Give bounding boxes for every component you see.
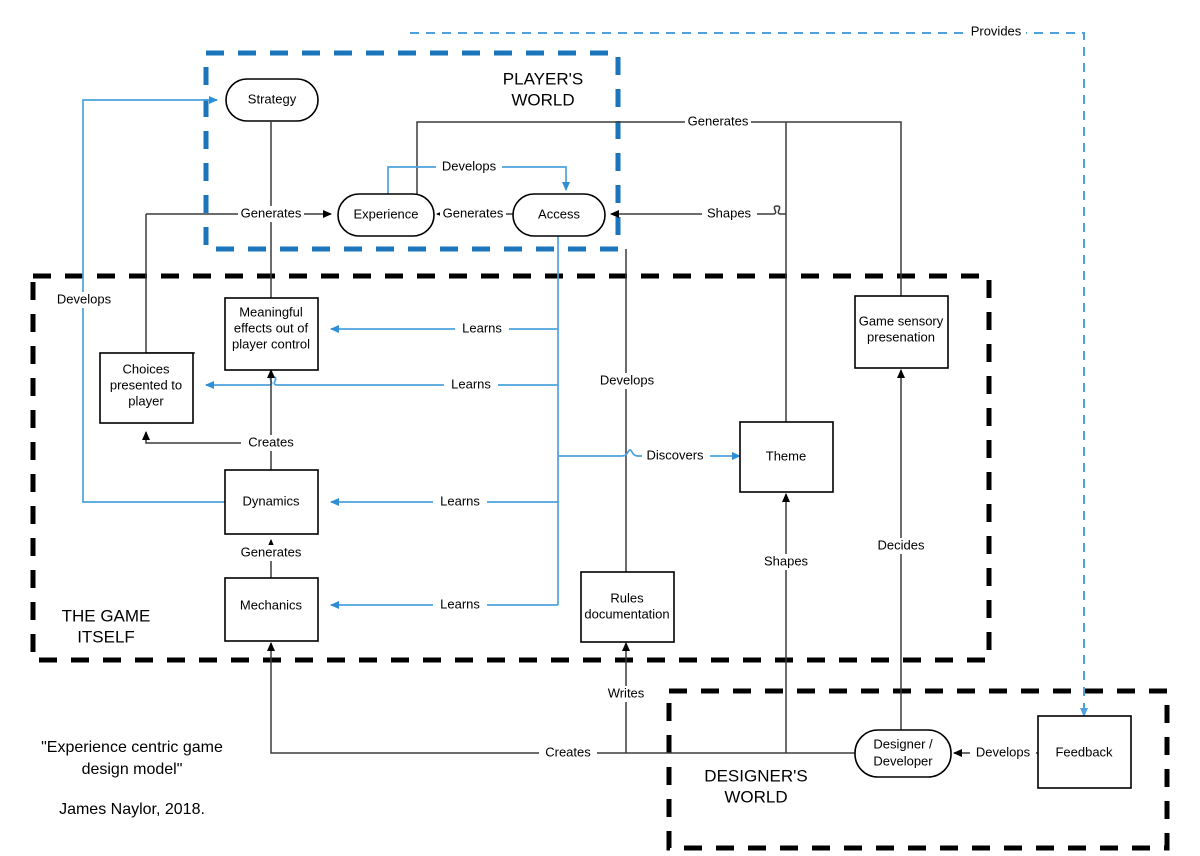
node-choices-presented-label-line1: Choices	[123, 361, 170, 376]
caption-line-2: design model"	[82, 761, 183, 778]
edge-generates-gamesensory-label: Generates	[688, 113, 749, 128]
edge-develops-experience-access: Develops	[387, 158, 570, 194]
edge-discovers-theme: Discovers	[558, 447, 741, 464]
node-game-sensory-label-line2: presenation	[867, 329, 935, 344]
node-dynamics-label: Dynamics	[242, 493, 300, 508]
node-meaningful-effects-label-line1: Meaningful	[239, 304, 303, 319]
edge-provides-label: Provides	[971, 23, 1022, 38]
edge-develops-dynamics-strategy-label: Develops	[57, 291, 112, 306]
edge-discovers-theme-label: Discovers	[646, 447, 704, 462]
node-meaningful-effects-label-line3: player control	[232, 336, 310, 351]
node-theme[interactable]: Theme	[739, 421, 834, 493]
edge-creates-dynamics-choices-label: Creates	[248, 434, 294, 449]
edge-generates-mechanics-dynamics: Generates	[238, 539, 304, 578]
node-rules-documentation-label-line1: Rules	[610, 590, 644, 605]
node-strategy-label: Strategy	[248, 91, 297, 106]
zone-game-itself-label-line1: THE GAME	[62, 606, 151, 625]
node-game-sensory-presentation[interactable]: Game sensory presenation	[854, 295, 949, 369]
node-experience-label: Experience	[353, 206, 418, 221]
node-meaningful-effects[interactable]: Meaningful effects out of player control	[224, 297, 319, 371]
edge-learns-meaningful-label: Learns	[462, 320, 502, 335]
edge-shapes-designer-theme-label: Shapes	[764, 553, 809, 568]
node-access-label: Access	[538, 206, 580, 221]
node-choices-presented-label-line2: presented to	[110, 377, 182, 392]
zone-players-world-label-line1: PLAYER'S	[503, 69, 583, 88]
edge-learns-choices-label: Learns	[451, 376, 491, 391]
node-access[interactable]: Access	[512, 193, 606, 237]
edge-creates-dynamics-choices: Creates	[142, 431, 299, 451]
caption-block: "Experience centric game design model" J…	[41, 739, 223, 818]
edge-generates-access-experience-label: Generates	[443, 205, 504, 220]
zone-players-world-label-line2: WORLD	[511, 90, 574, 109]
edge-shapes-designer-theme: Shapes	[758, 493, 814, 753]
zone-the-game-itself-border	[30, 273, 992, 663]
node-strategy[interactable]: Strategy	[225, 78, 319, 122]
edge-learns-mechanics-label: Learns	[440, 596, 480, 611]
node-rules-documentation-label-line2: documentation	[584, 606, 669, 621]
node-designer-developer-label-line1: Designer /	[873, 736, 933, 751]
edge-develops-experience-access-label: Develops	[442, 158, 497, 173]
edge-learns-meaningful: Learns	[330, 320, 558, 337]
edge-develops-access-rules: Develops	[595, 249, 659, 572]
zone-the-game-itself: THE GAME ITSELF	[30, 273, 992, 663]
node-rules-documentation[interactable]: Rules documentation	[580, 571, 675, 643]
edge-learns-mechanics: Learns	[330, 596, 558, 613]
node-dynamics[interactable]: Dynamics	[224, 469, 319, 535]
edge-shapes-theme-access: Shapes	[610, 205, 786, 222]
diagram-svg: PLAYER'S WORLD THE GAME ITSELF DESIGNER'…	[30, 23, 1170, 851]
node-designer-developer[interactable]: Designer / Developer	[854, 729, 952, 778]
node-choices-presented[interactable]: Choices presented to player	[99, 352, 194, 424]
edge-generates-strategy-experience-label: Generates	[241, 205, 302, 220]
edge-shapes-theme-label: Shapes	[707, 205, 752, 220]
edge-develops-access-rules-label: Develops	[600, 372, 655, 387]
edge-decides-designer-gamesensory-label: Decides	[878, 537, 925, 552]
edge-shapes-theme-path	[610, 205, 786, 218]
edge-learns-dynamics-label: Learns	[440, 493, 480, 508]
caption-author: James Naylor, 2018.	[59, 801, 205, 818]
diagram-canvas: PLAYER'S WORLD THE GAME ITSELF DESIGNER'…	[0, 0, 1200, 856]
edge-learns-dynamics: Learns	[330, 493, 558, 510]
edge-writes-designer-rules: Writes	[600, 642, 652, 753]
edge-develops-feedback-designer: Develops	[953, 744, 1038, 761]
node-feedback-label: Feedback	[1055, 744, 1113, 759]
zone-designers-world-label-line1: DESIGNER'S	[704, 766, 807, 785]
edge-learns-choices-path	[205, 376, 558, 389]
edge-provides-path	[410, 32, 1088, 717]
edge-generates-se-drop	[145, 214, 195, 354]
node-mechanics[interactable]: Mechanics	[224, 577, 319, 642]
node-feedback[interactable]: Feedback	[1037, 715, 1132, 789]
edge-creates-designer-mechanics-label: Creates	[545, 744, 591, 759]
edge-decides-designer-gamesensory: Decides	[872, 369, 930, 730]
zone-designers-world-label-line2: WORLD	[724, 787, 787, 806]
zone-game-itself-label-line2: ITSELF	[77, 627, 135, 646]
edge-writes-designer-rules-label: Writes	[608, 685, 645, 700]
edge-generates-access-experience: Generates	[436, 205, 513, 222]
node-experience[interactable]: Experience	[337, 193, 435, 237]
edge-develops-feedback-designer-label: Develops	[976, 744, 1031, 759]
node-designer-developer-label-line2: Developer	[873, 753, 933, 768]
node-choices-presented-label-line3: player	[128, 393, 164, 408]
node-game-sensory-label-line1: Game sensory	[859, 313, 944, 328]
node-meaningful-effects-label-line2: effects out of	[234, 320, 309, 335]
node-mechanics-label: Mechanics	[240, 597, 303, 612]
caption-line-1: "Experience centric game	[41, 739, 223, 756]
node-theme-label: Theme	[766, 448, 806, 463]
edge-generates-mechanics-dynamics-label: Generates	[241, 544, 302, 559]
edge-learns-choices: Learns	[205, 376, 558, 393]
edge-develops-dynamics-strategy: Develops	[50, 96, 226, 503]
